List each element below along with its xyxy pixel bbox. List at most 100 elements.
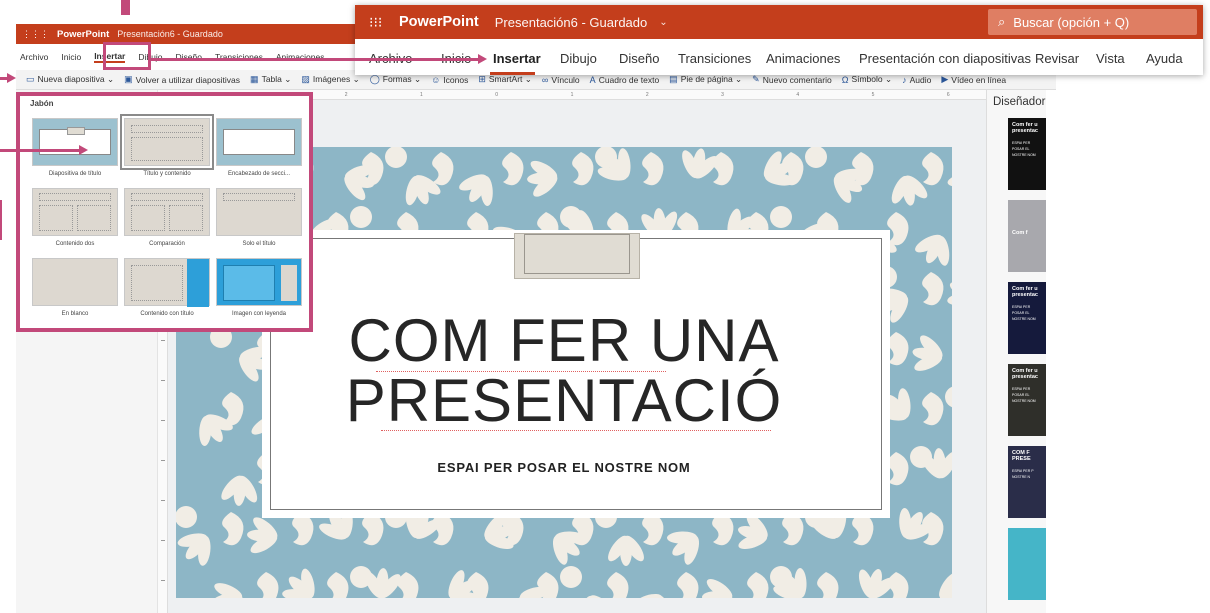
- pattern-swirl: [327, 572, 349, 598]
- designer-pane: Diseñador Com fer u presentac ESPAI PER P…: [986, 90, 1046, 613]
- design-idea-5-subtitle: ESPAI PER P NOSTRE N: [1012, 469, 1034, 479]
- design-idea-1-title: Com fer u presentac: [1012, 122, 1038, 134]
- tab-vista[interactable]: Vista: [1096, 51, 1125, 66]
- footer-button[interactable]: ▤ Pie de página ⌄: [669, 74, 742, 85]
- layout-titulo-contenido[interactable]: Título y contenido: [120, 114, 214, 177]
- tab-transiciones[interactable]: Transiciones: [678, 51, 751, 66]
- design-idea-4[interactable]: Com fer u presentac ESPAI PER POSAR EL NO…: [1008, 364, 1046, 436]
- layout-encabezado[interactable]: Encabezado de secci...: [216, 118, 302, 177]
- design-idea-1[interactable]: Com fer u presentac ESPAI PER POSAR EL NO…: [1008, 118, 1046, 190]
- waffle-icon[interactable]: ⁝⁝⁝: [369, 14, 383, 31]
- comment-button[interactable]: ✎ Nuevo comentario: [752, 74, 832, 85]
- insertar-highlight: [103, 42, 151, 70]
- layout-thumb-encabezado: [216, 118, 302, 166]
- layout-thumb-en-blanco: [32, 258, 118, 306]
- images-button[interactable]: ▨ Imágenes ⌄: [301, 74, 359, 85]
- layout-thumb-solo-titulo: [216, 188, 302, 236]
- pattern-swirl: [677, 572, 699, 598]
- layout-name-titulo: Diapositiva de título: [48, 171, 102, 177]
- tab-presentacion[interactable]: Presentación con diapositivas: [859, 51, 1031, 66]
- chevron-down-icon[interactable]: ⌄: [659, 17, 667, 28]
- spellcheck-underline-1: [376, 369, 666, 372]
- icons-icon: ☺: [431, 74, 441, 85]
- pattern-swirl: [572, 152, 594, 186]
- layout-contenido-titulo[interactable]: Contenido con título: [124, 258, 210, 317]
- audio-button[interactable]: ♪ Audio: [902, 75, 931, 85]
- images-label: Imágenes ⌄: [312, 74, 360, 84]
- layout-solo-titulo[interactable]: Solo el título: [216, 188, 302, 247]
- layout-name-imagen-leyenda: Imagen con leyenda: [231, 311, 287, 317]
- design-idea-3[interactable]: Com fer u presentac ESPAI PER POSAR EL NO…: [1008, 282, 1046, 354]
- footer-icon: ▤: [669, 74, 678, 84]
- arrow-to-layout-head: [79, 145, 88, 155]
- layout-thumb-comparacion: [124, 188, 210, 236]
- tab-diseno[interactable]: Diseño: [619, 51, 659, 66]
- design-idea-3-subtitle: ESPAI PER POSAR EL NOSTRE NOM: [1012, 305, 1036, 321]
- pattern-leaf: [939, 572, 952, 598]
- document-title[interactable]: Presentación6 - Guardado: [117, 29, 223, 39]
- textbox-button[interactable]: A Cuadro de texto: [590, 75, 660, 85]
- textbox-label: Cuadro de texto: [598, 74, 660, 85]
- new-slide-button[interactable]: ▭ Nueva diapositiva ⌄: [26, 74, 114, 85]
- pattern-swirl: [817, 572, 839, 598]
- video-icon: ▶: [941, 74, 949, 84]
- document-title[interactable]: Presentación6 - Guardado: [495, 15, 647, 30]
- design-idea-2-title: Com f: [1012, 230, 1028, 236]
- design-idea-5-title: COM F PRESE: [1012, 450, 1031, 462]
- pattern-swirl: [642, 152, 664, 186]
- symbol-icon: Ω: [841, 74, 849, 85]
- tab-animaciones[interactable]: Animaciones: [766, 51, 840, 66]
- search-box[interactable]: ⌕ Buscar (opción + Q): [988, 9, 1197, 35]
- shapes-button[interactable]: ◯ Formas ⌄: [370, 74, 421, 85]
- design-idea-6[interactable]: [1008, 528, 1046, 600]
- layout-imagen-leyenda[interactable]: Imagen con leyenda: [216, 258, 302, 317]
- reuse-slides-button[interactable]: ▣ Volver a utilizar diapositivas: [124, 74, 240, 85]
- design-idea-2[interactable]: Com f: [1008, 200, 1046, 272]
- pattern-leaf: [702, 579, 733, 598]
- pattern-swirl: [852, 152, 874, 186]
- background-titlebar: ⋮⋮⋮ PowerPoint Presentación6 - Guardado: [16, 24, 356, 44]
- symbol-label: Símbolo ⌄: [851, 74, 893, 84]
- video-button[interactable]: ▶ Vídeo en línea: [941, 74, 1006, 85]
- symbol-button[interactable]: Ω Símbolo ⌄: [842, 74, 892, 85]
- icons-button[interactable]: ☺ Iconos: [431, 75, 468, 85]
- pattern-leaf: [891, 175, 928, 206]
- design-idea-5[interactable]: COM F PRESE ESPAI PER P NOSTRE N: [1008, 446, 1046, 518]
- video-label: Vídeo en línea: [951, 74, 1007, 85]
- pattern-swirl: [712, 152, 734, 186]
- layout-en-blanco[interactable]: En blanco: [32, 258, 118, 317]
- shapes-label: Formas ⌄: [382, 74, 422, 84]
- smartart-button[interactable]: ⊞ SmartArt ⌄: [478, 74, 532, 85]
- tab-ayuda[interactable]: Ayuda: [1146, 51, 1183, 66]
- pattern-leaf: [633, 593, 667, 598]
- arrow-to-ribbon-shaft: [151, 58, 479, 61]
- search-placeholder: Buscar (opción + Q): [1013, 14, 1130, 30]
- layout-comparacion[interactable]: Comparación: [124, 188, 210, 247]
- tab-inicio[interactable]: Inicio: [61, 52, 81, 62]
- pattern-leaf: [282, 568, 315, 598]
- tab-insertar[interactable]: Insertar: [493, 51, 541, 66]
- layout-thumb-titulo-contenido: [120, 114, 214, 170]
- pattern-swirl: [887, 572, 909, 598]
- tab-revisar[interactable]: Revisar: [1035, 51, 1079, 66]
- tab-archivo[interactable]: Archivo: [20, 52, 48, 62]
- active-tab-indicator: [490, 72, 535, 75]
- slide-title-line-2[interactable]: PRESENTACIÓ: [176, 371, 952, 431]
- pattern-leaf: [221, 475, 258, 506]
- slide-subtitle[interactable]: ESPAI PER POSAR EL NOSTRE NOM: [176, 460, 952, 475]
- waffle-icon[interactable]: ⋮⋮⋮: [22, 29, 49, 40]
- app-name: PowerPoint: [57, 28, 110, 40]
- layout-name-en-blanco: En blanco: [61, 311, 89, 317]
- table-button[interactable]: ▦ Tabla ⌄: [250, 74, 291, 85]
- pattern-leaf: [608, 535, 644, 566]
- layout-contenido-dos[interactable]: Contenido dos: [32, 188, 118, 247]
- tab-dibujo[interactable]: Dibujo: [560, 51, 597, 66]
- layout-titulo[interactable]: Diapositiva de título: [32, 118, 118, 177]
- spellcheck-underline-2: [381, 428, 771, 431]
- table-icon: ▦: [250, 74, 259, 84]
- pattern-swirl: [747, 572, 769, 598]
- designer-title: Diseñador: [993, 96, 1046, 108]
- layout-thumb-contenido-dos: [32, 188, 118, 236]
- link-button[interactable]: ∞ Vínculo: [542, 75, 580, 85]
- design-idea-4-title: Com fer u presentac: [1012, 368, 1038, 380]
